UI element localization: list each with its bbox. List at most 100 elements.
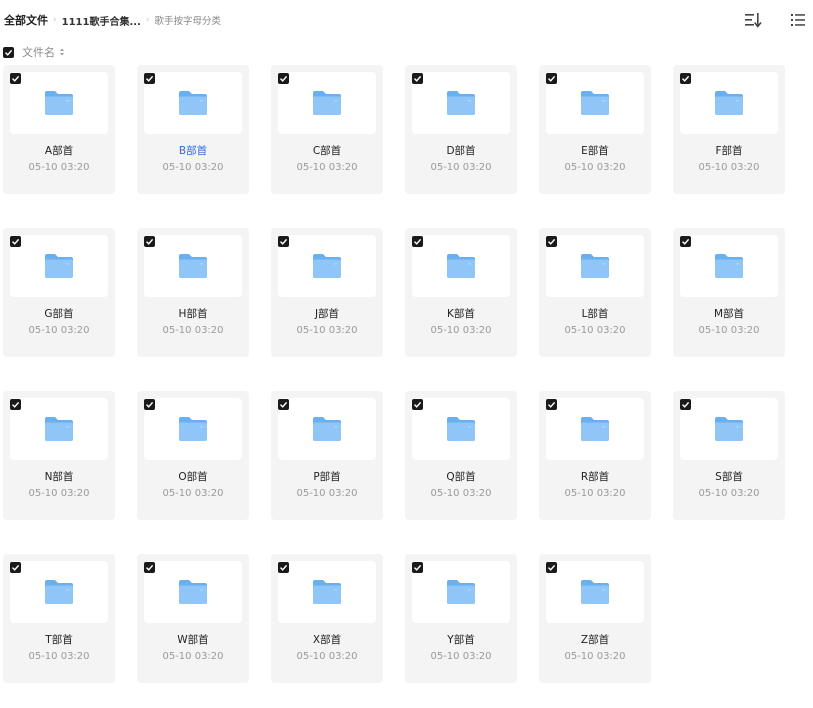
folder-name[interactable]: P部首 xyxy=(271,469,383,484)
folder-name[interactable]: T部首 xyxy=(3,632,115,647)
sort-caret-icon[interactable] xyxy=(59,47,65,57)
folder-card[interactable]: Q部首 05-10 03:20 xyxy=(405,391,517,520)
folder-checkbox[interactable] xyxy=(412,73,423,84)
folder-card[interactable]: H部首 05-10 03:20 xyxy=(137,228,249,357)
folder-thumbnail[interactable] xyxy=(278,72,376,134)
folder-card[interactable]: P部首 05-10 03:20 xyxy=(271,391,383,520)
folder-name[interactable]: G部首 xyxy=(3,306,115,321)
folder-name[interactable]: L部首 xyxy=(539,306,651,321)
folder-checkbox[interactable] xyxy=(680,399,691,410)
folder-thumbnail[interactable] xyxy=(680,398,778,460)
folder-card[interactable]: Y部首 05-10 03:20 xyxy=(405,554,517,683)
folder-name[interactable]: Z部首 xyxy=(539,632,651,647)
folder-name[interactable]: X部首 xyxy=(271,632,383,647)
folder-card[interactable]: G部首 05-10 03:20 xyxy=(3,228,115,357)
folder-checkbox[interactable] xyxy=(546,73,557,84)
folder-thumbnail[interactable] xyxy=(546,398,644,460)
folder-card[interactable]: R部首 05-10 03:20 xyxy=(539,391,651,520)
filename-column-label[interactable]: 文件名 xyxy=(22,44,55,60)
folder-checkbox[interactable] xyxy=(680,73,691,84)
folder-checkbox[interactable] xyxy=(10,399,21,410)
folder-name[interactable]: W部首 xyxy=(137,632,249,647)
folder-name[interactable]: B部首 xyxy=(137,143,249,158)
folder-card[interactable]: N部首 05-10 03:20 xyxy=(3,391,115,520)
folder-card[interactable]: M部首 05-10 03:20 xyxy=(673,228,785,357)
folder-card[interactable]: X部首 05-10 03:20 xyxy=(271,554,383,683)
folder-card[interactable]: J部首 05-10 03:20 xyxy=(271,228,383,357)
folder-thumbnail[interactable] xyxy=(144,235,242,297)
folder-checkbox[interactable] xyxy=(546,236,557,247)
folder-name[interactable]: N部首 xyxy=(3,469,115,484)
folder-thumbnail[interactable] xyxy=(412,398,510,460)
folder-thumbnail[interactable] xyxy=(144,398,242,460)
folder-card[interactable]: L部首 05-10 03:20 xyxy=(539,228,651,357)
folder-checkbox[interactable] xyxy=(10,236,21,247)
folder-thumbnail[interactable] xyxy=(278,235,376,297)
folder-name[interactable]: E部首 xyxy=(539,143,651,158)
breadcrumb-root[interactable]: 全部文件 xyxy=(4,12,48,28)
folder-checkbox[interactable] xyxy=(546,562,557,573)
folder-thumbnail[interactable] xyxy=(546,235,644,297)
folder-name[interactable]: M部首 xyxy=(673,306,785,321)
folder-thumbnail[interactable] xyxy=(144,561,242,623)
folder-checkbox[interactable] xyxy=(680,236,691,247)
folder-thumbnail[interactable] xyxy=(10,235,108,297)
folder-card[interactable]: B部首 05-10 03:20 xyxy=(137,65,249,194)
folder-checkbox[interactable] xyxy=(278,73,289,84)
folder-name[interactable]: C部首 xyxy=(271,143,383,158)
folder-name[interactable]: O部首 xyxy=(137,469,249,484)
folder-name[interactable]: R部首 xyxy=(539,469,651,484)
folder-checkbox[interactable] xyxy=(278,236,289,247)
folder-thumbnail[interactable] xyxy=(546,561,644,623)
folder-card[interactable]: A部首 05-10 03:20 xyxy=(3,65,115,194)
folder-card[interactable]: T部首 05-10 03:20 xyxy=(3,554,115,683)
folder-checkbox[interactable] xyxy=(412,399,423,410)
folder-name[interactable]: K部首 xyxy=(405,306,517,321)
folder-checkbox[interactable] xyxy=(144,73,155,84)
folder-thumbnail[interactable] xyxy=(278,398,376,460)
folder-thumbnail[interactable] xyxy=(144,72,242,134)
folder-card[interactable]: K部首 05-10 03:20 xyxy=(405,228,517,357)
folder-name[interactable]: Q部首 xyxy=(405,469,517,484)
folder-checkbox[interactable] xyxy=(144,236,155,247)
folder-thumbnail[interactable] xyxy=(680,235,778,297)
folder-name[interactable]: J部首 xyxy=(271,306,383,321)
folder-name[interactable]: Y部首 xyxy=(405,632,517,647)
folder-checkbox[interactable] xyxy=(412,562,423,573)
folder-name[interactable]: A部首 xyxy=(3,143,115,158)
folder-thumbnail[interactable] xyxy=(10,72,108,134)
folder-card[interactable]: F部首 05-10 03:20 xyxy=(673,65,785,194)
breadcrumb-parent[interactable]: 1111歌手合集... xyxy=(62,13,141,28)
folder-thumbnail[interactable] xyxy=(412,72,510,134)
folder-name[interactable]: S部首 xyxy=(673,469,785,484)
folder-checkbox[interactable] xyxy=(144,399,155,410)
folder-checkbox[interactable] xyxy=(546,399,557,410)
folder-thumbnail[interactable] xyxy=(278,561,376,623)
folder-thumbnail[interactable] xyxy=(10,561,108,623)
folder-thumbnail[interactable] xyxy=(546,72,644,134)
folder-thumbnail[interactable] xyxy=(10,398,108,460)
select-all-checkbox[interactable] xyxy=(3,46,14,58)
folder-thumbnail[interactable] xyxy=(412,235,510,297)
folder-name[interactable]: F部首 xyxy=(673,143,785,158)
folder-card[interactable]: C部首 05-10 03:20 xyxy=(271,65,383,194)
folder-card[interactable]: E部首 05-10 03:20 xyxy=(539,65,651,194)
checkmark-icon xyxy=(682,238,690,245)
folder-card[interactable]: S部首 05-10 03:20 xyxy=(673,391,785,520)
folder-name[interactable]: D部首 xyxy=(405,143,517,158)
list-view-icon[interactable] xyxy=(789,11,807,29)
folder-checkbox[interactable] xyxy=(412,236,423,247)
sort-icon[interactable] xyxy=(744,11,762,29)
folder-thumbnail[interactable] xyxy=(680,72,778,134)
folder-checkbox[interactable] xyxy=(144,562,155,573)
folder-card[interactable]: Z部首 05-10 03:20 xyxy=(539,554,651,683)
folder-card[interactable]: W部首 05-10 03:20 xyxy=(137,554,249,683)
folder-name[interactable]: H部首 xyxy=(137,306,249,321)
folder-checkbox[interactable] xyxy=(278,399,289,410)
folder-card[interactable]: D部首 05-10 03:20 xyxy=(405,65,517,194)
folder-checkbox[interactable] xyxy=(10,562,21,573)
folder-thumbnail[interactable] xyxy=(412,561,510,623)
folder-card[interactable]: O部首 05-10 03:20 xyxy=(137,391,249,520)
folder-checkbox[interactable] xyxy=(278,562,289,573)
folder-checkbox[interactable] xyxy=(10,73,21,84)
